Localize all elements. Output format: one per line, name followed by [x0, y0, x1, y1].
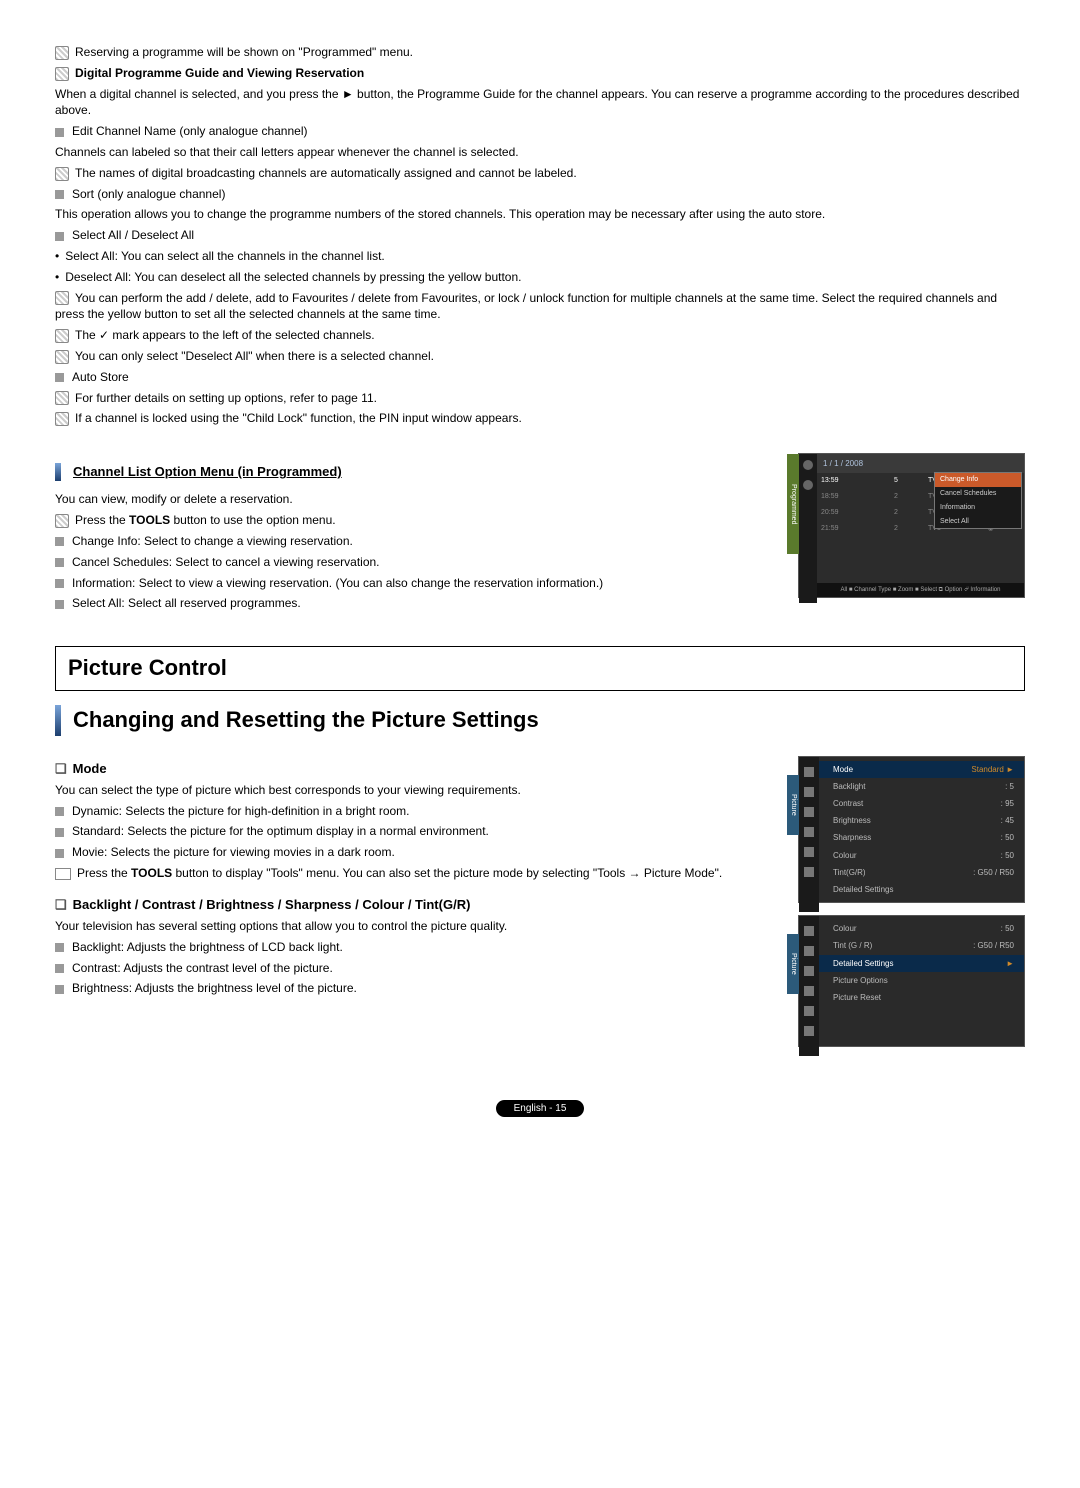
clom-information: Information: Select to view a viewing re… [55, 575, 778, 592]
mode-note: Press the TOOLS button to display "Tools… [55, 865, 778, 882]
bct-backlight: Backlight: Adjusts the brightness of LCD… [55, 939, 778, 956]
osd1-side-tab: Programmed [787, 454, 799, 554]
select-all-b1: Select All: You can select all the chann… [55, 248, 1025, 265]
note-reserving: Reserving a programme will be shown on "… [55, 44, 1025, 61]
clom-note: Press the TOOLS button to use the option… [55, 512, 778, 529]
select-all-n1: You can perform the add / delete, add to… [55, 290, 1025, 324]
osd1-bottom-bar: All ■ Channel Type ■ Zoom ■ Select ⧉ Opt… [817, 583, 1024, 597]
display-icon [804, 767, 814, 777]
mode-standard: Standard: Selects the picture for the op… [55, 823, 778, 840]
osd2b-side-tab: Picture [787, 934, 799, 994]
heading-channel-list-option: Channel List Option Menu (in Programmed) [55, 463, 778, 481]
sort-desc: This operation allows you to change the … [55, 206, 1025, 223]
menu-row[interactable]: Tint (G / R): G50 / R50 [819, 937, 1024, 954]
osd-picture-menu-2: Picture Colour: 50Tint (G / R): G50 / R5… [798, 915, 1025, 1047]
menu-row[interactable]: Detailed Settings [819, 881, 1024, 898]
osd-picture-menu-1: Picture ModeStandard ►Backlight: 5Contra… [798, 756, 1025, 904]
antenna-icon [804, 966, 814, 976]
menu-row[interactable]: Contrast: 95 [819, 795, 1024, 812]
gear-icon [804, 827, 814, 837]
heading-backlight-contrast: Backlight / Contrast / Brightness / Shar… [55, 896, 778, 914]
osd-programmed-menu: Programmed 1 / 1 / 2008 13:595TV1◉ 18:59… [798, 453, 1025, 598]
popup-information[interactable]: Information [935, 501, 1021, 515]
clom-cancel-schedules: Cancel Schedules: Select to cancel a vie… [55, 554, 778, 571]
globe-icon [803, 480, 813, 490]
menu-row[interactable]: Picture Reset [819, 989, 1024, 1006]
select-all-n3: You can only select "Deselect All" when … [55, 348, 1025, 365]
menu-row[interactable]: Colour: 50 [819, 920, 1024, 937]
mode-movie: Movie: Selects the picture for viewing m… [55, 844, 778, 861]
select-all-b2: Deselect All: You can deselect all the s… [55, 269, 1025, 286]
item-auto-store: Auto Store [55, 369, 1025, 386]
menu-row[interactable]: Colour: 50 [819, 847, 1024, 864]
note-digital-guide-body: When a digital channel is selected, and … [55, 86, 1025, 120]
heading-picture-control: Picture Control [55, 646, 1025, 691]
heart-icon [803, 460, 813, 470]
page-footer: English - 15 [55, 1099, 1025, 1116]
item-select-all: Select All / Deselect All [55, 227, 1025, 244]
item-sort: Sort (only analogue channel) [55, 186, 1025, 203]
menu-row[interactable]: Detailed Settings ► [819, 955, 1024, 972]
item-edit-channel: Edit Channel Name (only analogue channel… [55, 123, 1025, 140]
auto-store-n2: If a channel is locked using the "Child … [55, 410, 1025, 427]
menu-row[interactable]: Sharpness: 50 [819, 829, 1024, 846]
bct-brightness: Brightness: Adjusts the brightness level… [55, 980, 778, 997]
menu-row[interactable]: Picture Options [819, 972, 1024, 989]
osd1-date: 1 / 1 / 2008 [817, 454, 1024, 473]
gear-icon [804, 986, 814, 996]
display-icon [804, 926, 814, 936]
input-icon [804, 847, 814, 857]
bct-contrast: Contrast: Adjusts the contrast level of … [55, 960, 778, 977]
popup-select-all[interactable]: Select All [935, 515, 1021, 529]
note-digital-guide: Digital Programme Guide and Viewing Rese… [55, 65, 1025, 82]
clom-change-info: Change Info: Select to change a viewing … [55, 533, 778, 550]
support-icon [804, 867, 814, 877]
antenna-icon [804, 807, 814, 817]
menu-row[interactable]: Tint(G/R): G50 / R50 [819, 864, 1024, 881]
speaker-icon [804, 787, 814, 797]
mode-dynamic: Dynamic: Selects the picture for high-de… [55, 803, 778, 820]
popup-change-info[interactable]: Change Info [935, 473, 1021, 487]
support-icon [804, 1026, 814, 1036]
popup-cancel-schedules[interactable]: Cancel Schedules [935, 487, 1021, 501]
menu-row[interactable]: Backlight: 5 [819, 778, 1024, 795]
mode-intro: You can select the type of picture which… [55, 782, 778, 799]
bct-intro: Your television has several setting opti… [55, 918, 778, 935]
clom-intro: You can view, modify or delete a reserva… [55, 491, 778, 508]
input-icon [804, 1006, 814, 1016]
menu-row[interactable]: ModeStandard ► [819, 761, 1024, 778]
menu-row[interactable]: Brightness: 45 [819, 812, 1024, 829]
clom-select-all: Select All: Select all reserved programm… [55, 595, 778, 612]
select-all-n2: The ✓ mark appears to the left of the se… [55, 327, 1025, 344]
heading-changing-resetting: Changing and Resetting the Picture Setti… [55, 705, 1025, 736]
speaker-icon [804, 946, 814, 956]
auto-store-n1: For further details on setting up option… [55, 390, 1025, 407]
edit-channel-desc: Channels can labeled so that their call … [55, 144, 1025, 161]
edit-channel-note: The names of digital broadcasting channe… [55, 165, 1025, 182]
osd1-popup: Change Info Cancel Schedules Information… [934, 472, 1022, 529]
osd2a-side-tab: Picture [787, 775, 799, 835]
heading-mode: Mode [55, 760, 778, 778]
